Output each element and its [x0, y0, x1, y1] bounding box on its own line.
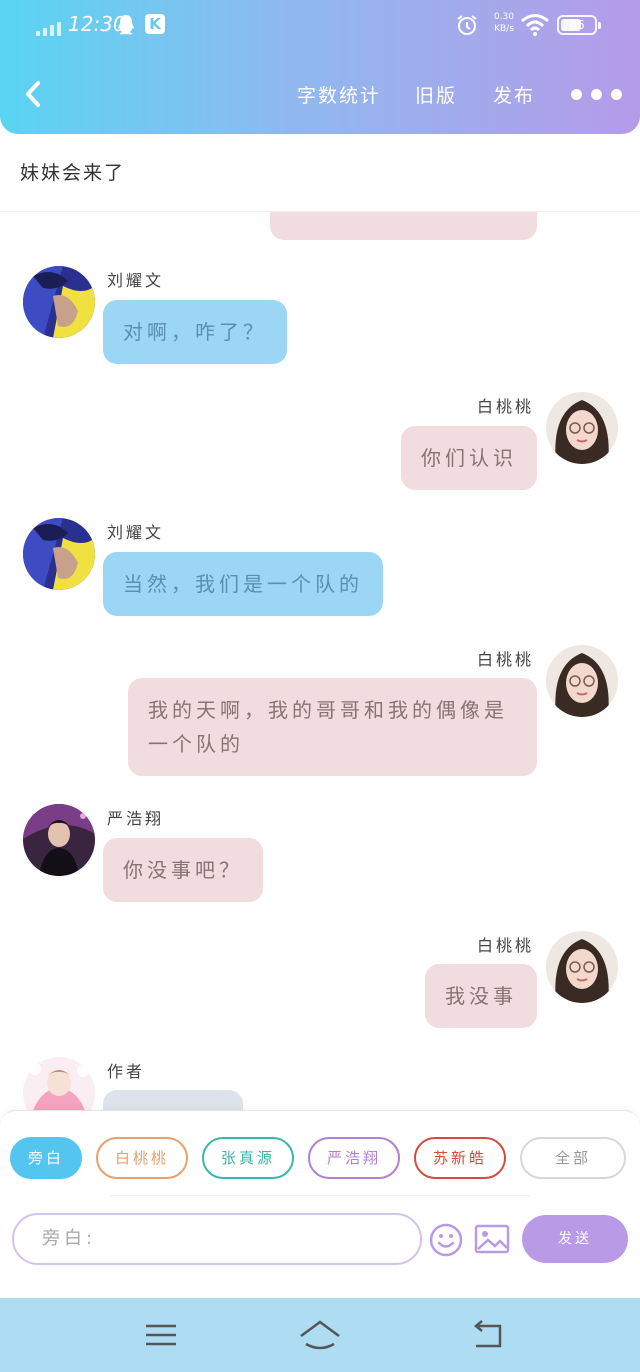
sender-name: 刘耀文 — [107, 523, 165, 542]
header-actions: 字数统计 旧版 发布 — [297, 78, 640, 110]
message-bubble[interactable]: 你没事吧？ — [103, 838, 263, 902]
divider — [110, 1195, 530, 1196]
sender-name: 白桃桃 — [476, 936, 534, 955]
role-chip-bai-taotao[interactable]: 白桃桃 — [96, 1137, 188, 1179]
role-chip-all[interactable]: 全部 — [520, 1137, 626, 1179]
role-chip-zhang-zhenyuan[interactable]: 张真源 — [202, 1137, 294, 1179]
emoji-icon[interactable] — [428, 1222, 464, 1258]
story-title[interactable]: 妹妹会来了 — [20, 158, 125, 185]
avatar-liu-yaowen[interactable] — [23, 266, 95, 338]
story-title-bar: 妹妹会来了 — [0, 134, 640, 212]
back-arrow-icon[interactable] — [22, 80, 46, 108]
message-bubble[interactable] — [270, 212, 537, 240]
alarm-icon — [457, 15, 477, 35]
publish-button[interactable]: 发布 — [493, 81, 535, 108]
avatar-yan-haoxiang[interactable] — [23, 804, 95, 876]
message-bubble[interactable]: 我没事 — [425, 964, 537, 1028]
status-bar: 12:30 K 0.30 KB/s 66 — [0, 0, 640, 50]
message-bubble[interactable]: 你们认识 — [401, 426, 537, 490]
home-icon[interactable] — [298, 1318, 342, 1352]
system-nav-bar — [0, 1298, 640, 1372]
signal-icon — [36, 22, 61, 36]
qq-icon — [118, 15, 134, 35]
chat-area[interactable]: 刘耀文 对啊，咋了？ 白桃桃 你们认识 刘耀文 当然，我们是一个队的 白桃桃 我… — [0, 212, 640, 1112]
more-options-icon[interactable] — [571, 88, 622, 100]
message-bubble[interactable]: 当然，我们是一个队的 — [103, 552, 383, 616]
back-icon[interactable] — [470, 1318, 506, 1352]
avatar-bai-taotao[interactable] — [546, 931, 618, 1003]
role-selector: 旁白 白桃桃 张真源 严浩翔 苏新皓 全部 — [10, 1137, 626, 1179]
top-header: 12:30 K 0.30 KB/s 66 字数统计 旧版 发布 — [0, 0, 640, 134]
sender-name: 作者 — [107, 1062, 146, 1081]
compose-panel: 旁白 白桃桃 张真源 严浩翔 苏新皓 全部 旁白: 发送 — [0, 1110, 640, 1298]
message-bubble[interactable] — [103, 1090, 243, 1112]
k-app-icon: K — [145, 14, 165, 34]
old-version-button[interactable]: 旧版 — [415, 81, 457, 108]
battery-icon: 66 — [557, 15, 601, 35]
message-bubble[interactable]: 对啊，咋了？ — [103, 300, 287, 364]
role-chip-su-xinhao[interactable]: 苏新皓 — [414, 1137, 506, 1179]
sender-name: 严浩翔 — [107, 809, 165, 828]
avatar-author[interactable] — [23, 1057, 95, 1112]
sender-name: 白桃桃 — [476, 650, 534, 669]
message-input[interactable]: 旁白: — [12, 1213, 422, 1265]
menu-icon[interactable] — [144, 1318, 178, 1352]
word-count-button[interactable]: 字数统计 — [297, 81, 381, 108]
wifi-icon — [521, 14, 549, 36]
role-chip-yan-haoxiang[interactable]: 严浩翔 — [308, 1137, 400, 1179]
avatar-bai-taotao[interactable] — [546, 645, 618, 717]
sender-name: 白桃桃 — [476, 397, 534, 416]
image-icon[interactable] — [474, 1223, 510, 1255]
avatar-bai-taotao[interactable] — [546, 392, 618, 464]
role-chip-narrator[interactable]: 旁白 — [10, 1137, 82, 1179]
avatar-liu-yaowen[interactable] — [23, 518, 95, 590]
message-bubble[interactable]: 我的天啊，我的哥哥和我的偶像是一个队的 — [128, 678, 537, 776]
sender-name: 刘耀文 — [107, 271, 165, 290]
network-speed: 0.30 KB/s — [493, 12, 515, 34]
send-button[interactable]: 发送 — [522, 1215, 628, 1263]
